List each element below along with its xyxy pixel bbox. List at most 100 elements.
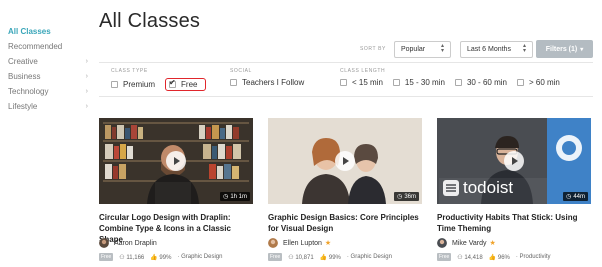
length-checkbox[interactable] (516, 79, 524, 86)
teacher[interactable]: Ellen Lupton ★ (268, 238, 422, 248)
class-thumbnail[interactable]: todoist ◷ 44m (437, 118, 591, 204)
play-icon[interactable] (335, 151, 355, 171)
filters-button-label: Filters (1) (545, 45, 578, 53)
chevron-down-icon: ▾ (580, 46, 584, 53)
clock-icon: ◷ (566, 194, 572, 200)
thumbs-up-icon: 👍 (319, 254, 328, 261)
sort-toolbar: SORT BY Popular ▴ ▾ Last 6 Months ▴ ▾ (360, 40, 533, 58)
category-sidebar: All Classes Recommended Creative › Busine… (8, 24, 88, 114)
user-icon: ⚇ (119, 254, 125, 261)
students-count: ⚇ 14,418 (457, 254, 483, 261)
length-label: 30 - 60 min (466, 78, 507, 87)
teacher-name: Mike Vardy (452, 239, 487, 247)
length-30-60-option[interactable]: 30 - 60 min (454, 78, 507, 87)
star-icon: ★ (324, 240, 332, 247)
avatar (268, 238, 278, 248)
class-title[interactable]: Productivity Habits That Stick: Using Ti… (437, 212, 591, 234)
social-heading: SOCIAL (230, 68, 252, 74)
sidebar-item-label: Business (8, 72, 41, 81)
class-stats: Free ⚇ 10,871 👍 99% · Graphic Design (268, 253, 422, 261)
clock-icon: ◷ (397, 194, 403, 200)
chevron-right-icon: › (85, 73, 88, 80)
time-range-select[interactable]: Last 6 Months ▴ ▾ (459, 40, 533, 58)
chevron-right-icon: › (85, 88, 88, 95)
length-label: > 60 min (528, 78, 560, 87)
length-15-30-option[interactable]: 15 - 30 min (392, 78, 445, 87)
thumbs-up-icon: 👍 (150, 254, 158, 261)
page-title: All Classes (99, 10, 201, 32)
sidebar-item-business[interactable]: Business › (8, 69, 88, 84)
todoist-icon (443, 180, 459, 196)
sort-select[interactable]: Popular ▴ ▾ (393, 40, 451, 58)
length-checkbox[interactable] (340, 79, 347, 86)
class-title[interactable]: Graphic Design Basics: Core Principles f… (268, 212, 422, 234)
length-under-15-option[interactable]: < 15 min (340, 78, 383, 87)
filter-panel: CLASS TYPE Premium Free SOCIAL Teachers … (99, 62, 593, 97)
premium-option[interactable]: Premium (111, 80, 155, 89)
time-range-value: Last 6 Months (466, 45, 511, 53)
length-label: 15 - 30 min (404, 78, 445, 87)
sidebar-item-recommended[interactable]: Recommended (8, 39, 88, 54)
avatar (437, 238, 447, 248)
sidebar-item-label: Recommended (8, 42, 63, 51)
free-option[interactable]: Free (165, 78, 207, 91)
duration-badge: ◷ 36m (394, 192, 419, 201)
rating: 👍 99% (150, 254, 172, 261)
length-checkbox[interactable] (454, 79, 462, 86)
avatar (99, 238, 109, 248)
length-over-60-option[interactable]: > 60 min (516, 78, 560, 87)
sidebar-item-lifestyle[interactable]: Lifestyle › (8, 99, 88, 114)
sidebar-item-all-classes[interactable]: All Classes (8, 24, 88, 39)
sidebar-item-label: Lifestyle (8, 102, 38, 111)
play-icon[interactable] (166, 151, 186, 171)
updown-arrows-icon: ▴ ▾ (440, 43, 444, 54)
filters-button[interactable]: Filters (1) ▾ (536, 40, 593, 58)
star-icon: ★ (489, 240, 496, 247)
sidebar-item-creative[interactable]: Creative › (8, 54, 88, 69)
teachers-i-follow-option[interactable]: Teachers I Follow (230, 78, 304, 87)
students-count: ⚇ 11,166 (119, 254, 145, 261)
class-type-filter: CLASS TYPE Premium Free (111, 68, 216, 91)
duration-badge: ◷ 1h 1m (220, 192, 250, 201)
free-badge: Free (99, 253, 114, 261)
class-stats: Free ⚇ 11,166 👍 99% · Graphic Design (99, 253, 253, 261)
chevron-right-icon: › (85, 58, 88, 65)
duration-text: 36m (404, 193, 416, 200)
clock-icon: ◷ (223, 194, 229, 200)
class-title[interactable]: Circular Logo Design with Draplin: Combi… (99, 212, 253, 244)
user-icon: ⚇ (457, 254, 463, 261)
sidebar-item-label: All Classes (8, 27, 51, 36)
length-checkbox[interactable] (392, 79, 400, 86)
todoist-logo: todoist (443, 178, 513, 198)
free-badge: Free (268, 253, 283, 261)
class-length-filter: CLASS LENGTH < 15 min 15 - 30 min 30 - 6… (340, 68, 570, 87)
free-checkbox[interactable] (169, 78, 177, 88)
class-card[interactable]: todoist ◷ 44m Productivity Habits That St… (437, 118, 591, 261)
teacher[interactable]: Aaron Draplin (99, 238, 253, 248)
teachers-follow-checkbox[interactable] (230, 79, 237, 86)
teacher-name: Ellen Lupton (283, 239, 322, 247)
rating: 👍 96% (488, 254, 510, 261)
class-card[interactable]: ◷ 1h 1m Circular Logo Design with Draplin… (99, 118, 253, 261)
premium-checkbox[interactable] (111, 81, 118, 88)
free-badge: Free (437, 253, 452, 261)
length-label: < 15 min (352, 78, 383, 87)
sidebar-item-label: Technology (8, 87, 49, 96)
class-thumbnail[interactable]: ◷ 36m (268, 118, 422, 204)
social-filter: SOCIAL Teachers I Follow (230, 68, 314, 87)
category-label: · Graphic Design (177, 254, 223, 260)
category-label: · Productivity (515, 254, 551, 260)
thumbs-up-icon: 👍 (488, 254, 497, 261)
sidebar-item-technology[interactable]: Technology › (8, 84, 88, 99)
premium-label: Premium (123, 80, 156, 89)
teacher[interactable]: Mike Vardy ★ (437, 238, 591, 248)
sort-by-label: SORT BY (360, 46, 386, 52)
class-type-heading: CLASS TYPE (111, 68, 148, 74)
class-thumbnail[interactable]: ◷ 1h 1m (99, 118, 253, 204)
teachers-follow-label: Teachers I Follow (242, 78, 305, 87)
duration-text: 1h 1m (230, 193, 247, 200)
play-icon[interactable] (504, 151, 524, 171)
class-length-heading: CLASS LENGTH (340, 68, 386, 74)
class-card[interactable]: ◷ 36m Graphic Design Basics: Core Princip… (268, 118, 422, 261)
class-stats: Free ⚇ 14,418 👍 96% · Productivity (437, 253, 591, 261)
